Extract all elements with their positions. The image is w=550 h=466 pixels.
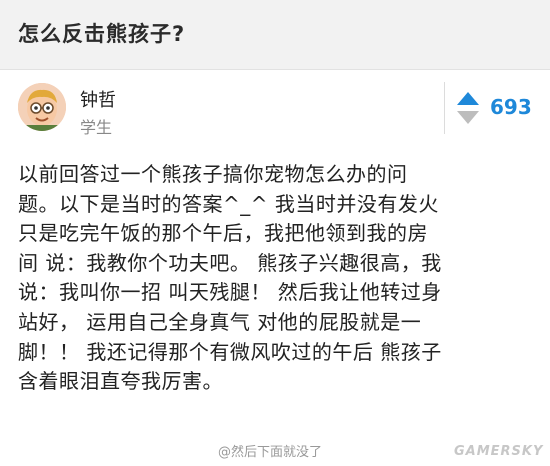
answer-body: 以前回答过一个熊孩子搞你宠物怎么办的问 题。以下是当时的答案^_^ 我当时并没有… — [18, 160, 540, 397]
answer-line: 说：我叫你一招 叫天残腿！ 然后我让他转过身 — [18, 280, 442, 305]
author-role: 学生 — [80, 118, 113, 137]
upvote-button[interactable]: 693 — [455, 88, 545, 128]
answer-line: 题。以下是当时的答案^_^ 我当时并没有发火 — [18, 191, 439, 216]
answer-line: 只是吃完午饭的那个午后，我把他领到我的房 — [18, 221, 428, 246]
upvote-arrows-icon — [457, 92, 479, 124]
author-name[interactable]: 钟哲 — [80, 86, 116, 112]
avatar-cartoon-face-icon — [18, 83, 66, 131]
answer-line: 含着眼泪直夸我厉害。 — [18, 369, 223, 394]
author-avatar[interactable] — [18, 83, 66, 131]
question-title[interactable]: 怎么反击熊孩子? — [18, 18, 185, 48]
footer-note: @然后下面就没了 — [218, 445, 323, 460]
vote-divider — [444, 82, 445, 134]
gamersky-watermark: GAMERSKY — [454, 444, 544, 459]
answer-line: 脚！！ 我还记得那个有微风吹过的午后 熊孩子 — [18, 339, 442, 364]
answer-line: 间 说：我教你个功夫吧。 熊孩子兴趣很高，我 — [18, 250, 442, 275]
answer-line: 以前回答过一个熊孩子搞你宠物怎么办的问 — [18, 162, 408, 186]
question-header: 怎么反击熊孩子? — [0, 0, 550, 70]
vote-count: 693 — [490, 95, 532, 119]
author-bar: 钟哲 学生 693 — [0, 70, 550, 148]
answer-line: 站好， 运用自己全身真气 对他的屁股就是一 — [18, 309, 422, 334]
